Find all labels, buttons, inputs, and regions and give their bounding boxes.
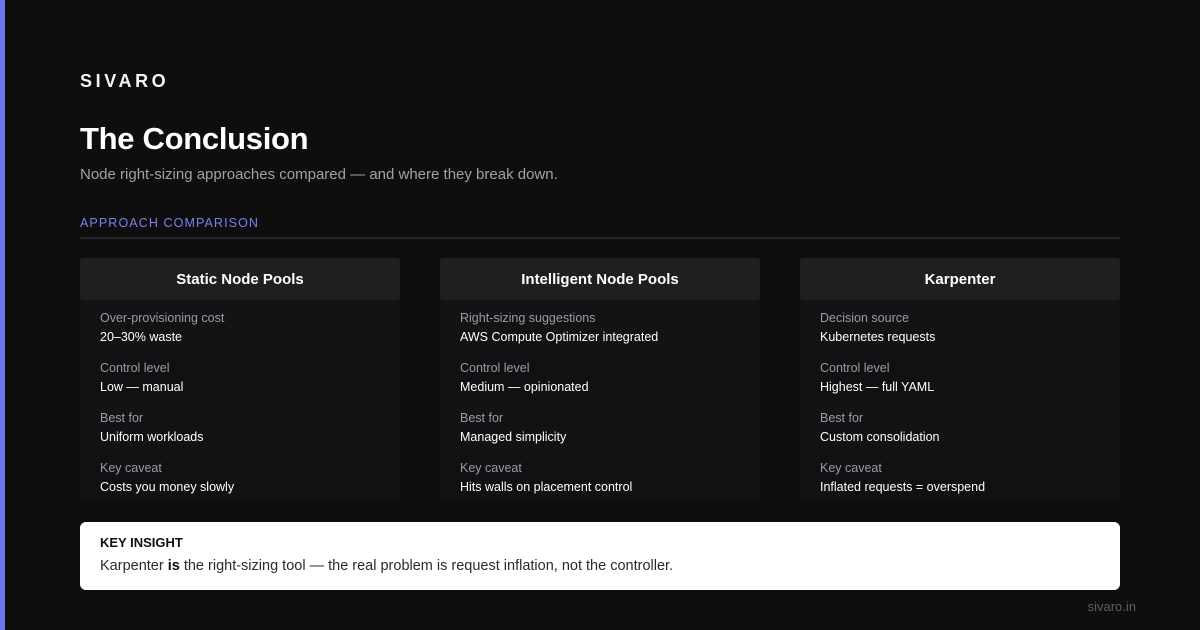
row-label: Key caveat	[460, 461, 522, 475]
page-subtitle: Node right-sizing approaches compared — …	[80, 166, 558, 183]
comparison-row: Key caveat Costs you money slowly	[80, 450, 400, 500]
row-label: Best for	[460, 411, 504, 425]
row-value: 20–30% waste	[100, 330, 183, 344]
row-label: Right-sizing suggestions	[460, 311, 596, 325]
comparison-row: Decision source Kubernetes requests	[800, 300, 1120, 350]
comparison-row: Control level Low — manual	[80, 350, 400, 400]
column-header: Karpenter	[800, 258, 1120, 300]
comparison-row: Over-provisioning cost 20–30% waste	[80, 300, 400, 350]
row-label: Key caveat	[820, 461, 882, 475]
page-title: The Conclusion	[80, 121, 309, 156]
key-insight-card: KEY INSIGHT Karpenter is the right-sizin…	[80, 522, 1120, 590]
accent-bar	[0, 0, 5, 630]
row-value: Costs you money slowly	[100, 480, 235, 494]
comparison-row: Key caveat Inflated requests = overspend	[800, 450, 1120, 500]
row-label: Control level	[100, 361, 170, 375]
comparison-row: Best for Managed simplicity	[440, 400, 760, 450]
comparison-row: Control level Medium — opinionated	[440, 350, 760, 400]
row-label: Over-provisioning cost	[100, 311, 225, 325]
row-value: Highest — full YAML	[820, 380, 935, 394]
row-label: Control level	[460, 361, 530, 375]
section-label: APPROACH COMPARISON	[80, 216, 260, 230]
row-value: Medium — opinionated	[460, 380, 589, 394]
comparison-columns: Static Node Pools Over-provisioning cost…	[80, 258, 1120, 500]
column-karpenter: Karpenter Decision source Kubernetes req…	[800, 258, 1120, 500]
row-value: Kubernetes requests	[820, 330, 936, 344]
comparison-row: Best for Custom consolidation	[800, 400, 1120, 450]
row-value: Custom consolidation	[820, 430, 940, 444]
section-divider	[80, 237, 1120, 239]
row-label: Best for	[100, 411, 144, 425]
comparison-row: Right-sizing suggestions AWS Compute Opt…	[440, 300, 760, 350]
insight-emphasis: is	[167, 558, 180, 574]
comparison-row: Best for Uniform workloads	[80, 400, 400, 450]
row-label: Control level	[820, 361, 890, 375]
insight-title: KEY INSIGHT	[100, 535, 183, 550]
row-value: AWS Compute Optimizer integrated	[460, 330, 659, 344]
insight-text-start: Karpenter	[100, 558, 168, 574]
row-label: Decision source	[820, 311, 909, 325]
insight-text: Karpenter is the right-sizing tool — the…	[100, 557, 1100, 575]
slide: SIVARO The Conclusion Node right-sizing …	[0, 0, 1200, 630]
footer-url: sivaro.in	[1087, 599, 1136, 614]
column-header: Static Node Pools	[80, 258, 400, 300]
brand-logo: SIVARO	[80, 71, 170, 91]
column-static-node-pools: Static Node Pools Over-provisioning cost…	[80, 258, 400, 500]
row-value: Uniform workloads	[100, 430, 204, 444]
column-intelligent-node-pools: Intelligent Node Pools Right-sizing sugg…	[440, 258, 760, 500]
row-value: Managed simplicity	[460, 430, 567, 444]
comparison-row: Control level Highest — full YAML	[800, 350, 1120, 400]
insight-text-end: the right-sizing tool — the real problem…	[179, 558, 674, 574]
column-header: Intelligent Node Pools	[440, 258, 760, 300]
row-value: Inflated requests = overspend	[820, 480, 986, 494]
row-label: Key caveat	[100, 461, 162, 475]
row-value: Low — manual	[100, 380, 184, 394]
row-label: Best for	[820, 411, 864, 425]
row-value: Hits walls on placement control	[460, 480, 633, 494]
comparison-row: Key caveat Hits walls on placement contr…	[440, 450, 760, 500]
